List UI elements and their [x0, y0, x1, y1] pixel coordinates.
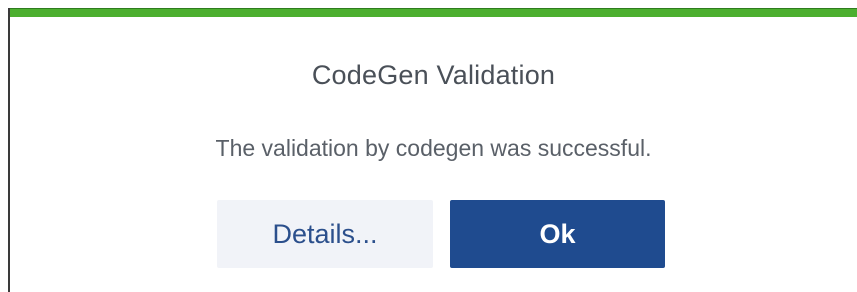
dialog-message: The validation by codegen was successful…: [215, 135, 652, 161]
success-status-bar: [10, 8, 857, 17]
top-strip: [0, 0, 857, 8]
ok-button[interactable]: Ok: [450, 200, 665, 268]
details-button[interactable]: Details...: [217, 200, 433, 268]
dialog-button-row: Details... Ok: [217, 200, 665, 268]
validation-dialog: CodeGen Validation The validation by cod…: [8, 8, 857, 292]
dialog-title: CodeGen Validation: [311, 60, 556, 90]
